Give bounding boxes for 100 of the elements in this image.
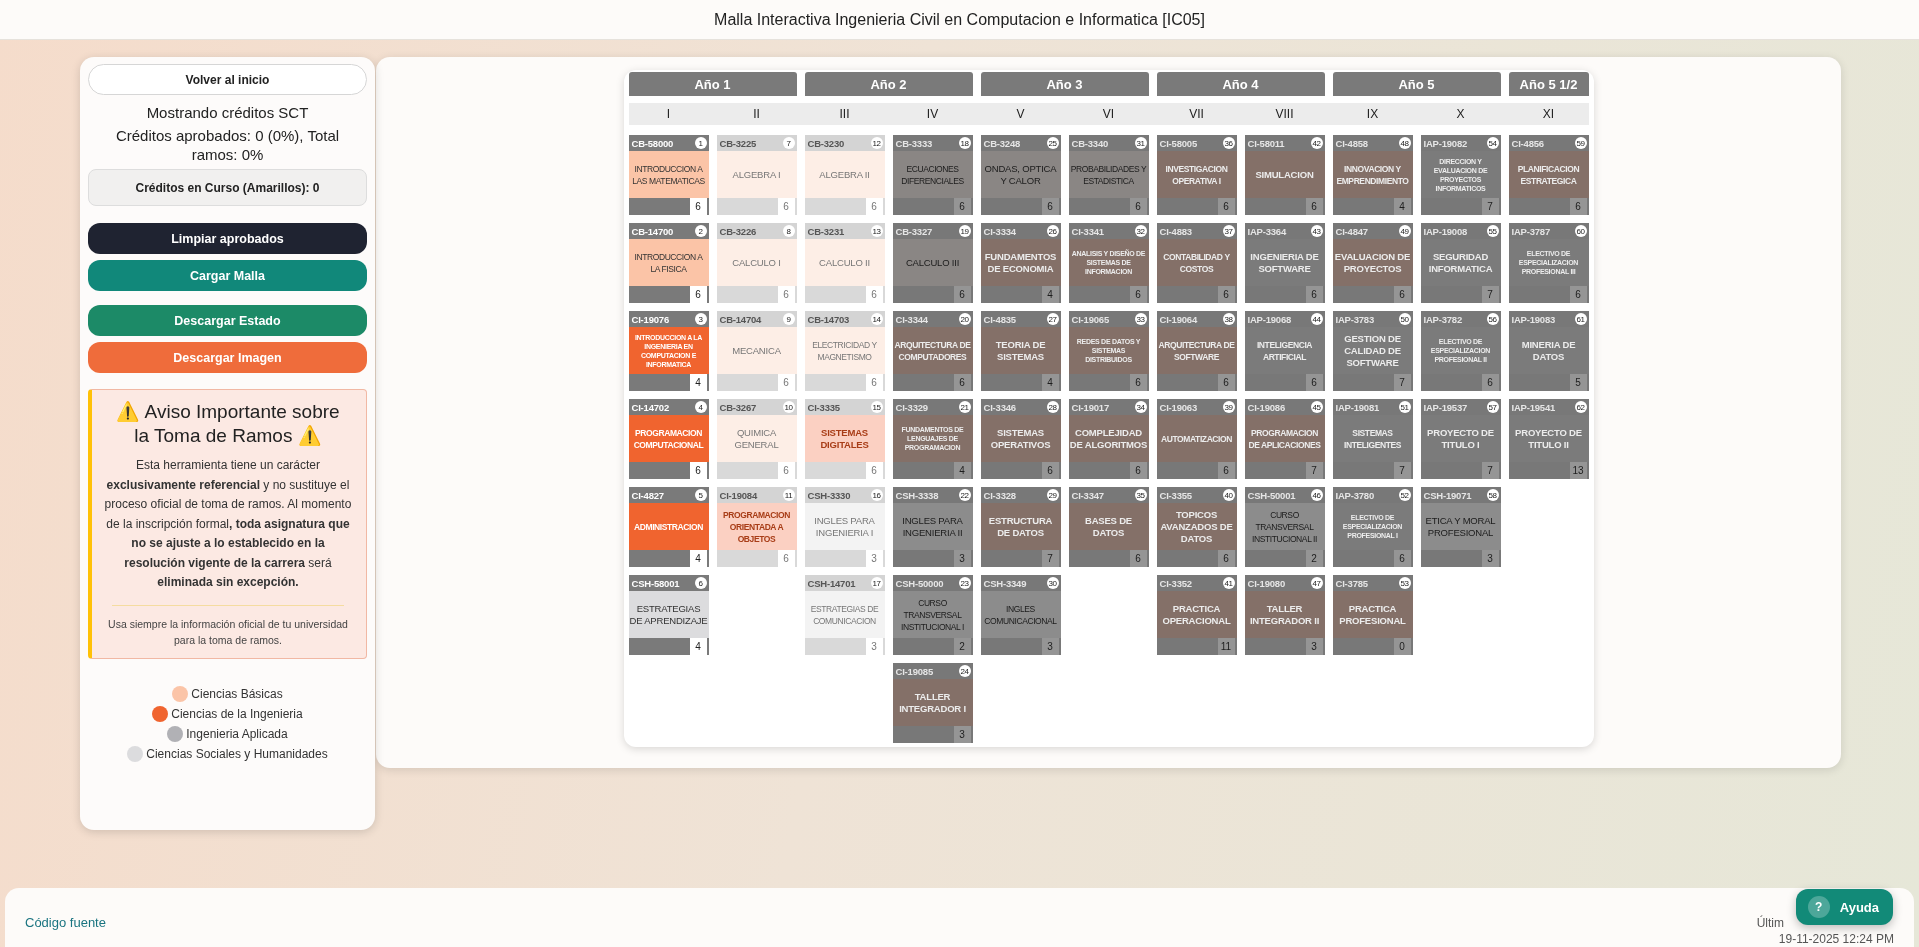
course-card[interactable]: CI-4847 49 EVALUACION DE PROYECTOS 6 (1332, 223, 1413, 303)
credit-count: 6 (777, 286, 795, 303)
course-card[interactable]: CB-3327 19 CALCULO III 6 (892, 223, 973, 303)
course-card[interactable]: CSH-50000 23 CURSO TRANSVERSAL INSTITUCIONAL I 2 (892, 575, 973, 655)
course-card[interactable]: CI-19017 34 COMPLEJIDAD DE ALGORITMOS 6 (1068, 399, 1149, 479)
course-code: CI-3344 (895, 313, 928, 325)
course-code: IAP-19008 (1423, 225, 1468, 237)
course-card[interactable]: CI-4883 37 CONTABILIDAD Y COSTOS 6 (1156, 223, 1237, 303)
credit-count: 6 (1129, 198, 1147, 215)
course-card[interactable]: CI-3346 28 SISTEMAS OPERATIVOS 6 (980, 399, 1061, 479)
course-card[interactable]: CB-14704 9 MECANICA 6 (716, 311, 797, 391)
course-card[interactable]: CB-3225 7 ALGEBRA I 6 (716, 135, 797, 215)
course-card[interactable]: CI-4858 48 INNOVACION Y EMPRENDIMIENTO 4 (1332, 135, 1413, 215)
course-card[interactable]: CI-14702 4 PROGRAMACION COMPUTACIONAL 6 (628, 399, 709, 479)
course-code: CI-4856 (1511, 137, 1544, 149)
course-card[interactable]: CSH-19071 58 ETICA Y MORAL PROFESIONAL 3 (1420, 487, 1501, 567)
course-code: CB-3226 (719, 225, 757, 237)
course-number: 6 (694, 577, 707, 589)
course-card[interactable]: CI-3328 29 ESTRUCTURA DE DATOS 7 (980, 487, 1061, 567)
course-card[interactable]: CSH-58001 6 ESTRATEGIAS DE APRENDIZAJE 4 (628, 575, 709, 655)
course-card[interactable]: IAP-3364 43 INGENIERIA DE SOFTWARE 6 (1244, 223, 1325, 303)
credit-count: 6 (1217, 198, 1235, 215)
course-card[interactable]: CI-58005 36 INVESTIGACION OPERATIVA I 6 (1156, 135, 1237, 215)
course-name: QUIMICA GENERAL (716, 415, 797, 462)
credit-count: 6 (689, 198, 707, 215)
course-code: IAP-19082 (1423, 137, 1468, 149)
course-card[interactable]: CB-3226 8 CALCULO I 6 (716, 223, 797, 303)
course-card[interactable]: CI-4827 5 ADMINISTRACION 4 (628, 487, 709, 567)
course-card[interactable]: CI-3352 41 PRACTICA OPERACIONAL 11 (1156, 575, 1237, 655)
credit-count: 6 (953, 286, 971, 303)
course-card[interactable]: IAP-19537 57 PROYECTO DE TITULO I 7 (1420, 399, 1501, 479)
course-card[interactable]: CB-3340 31 PROBABILIDADES Y ESTADISTICA 6 (1068, 135, 1149, 215)
course-card[interactable]: CB-3267 10 QUIMICA GENERAL 6 (716, 399, 797, 479)
course-name: INTELIGENCIA ARTIFICIAL (1244, 327, 1325, 374)
course-code: CI-19076 (631, 313, 669, 325)
course-card[interactable]: CI-4856 59 PLANIFICACION ESTRATEGICA 6 (1508, 135, 1589, 215)
course-card[interactable]: CI-19064 38 ARQUITECTURA DE SOFTWARE 6 (1156, 311, 1237, 391)
course-card[interactable]: CI-3335 15 SISTEMAS DIGITALES 6 (804, 399, 885, 479)
course-card[interactable]: IAP-3783 50 GESTION DE CALIDAD DE SOFTWARE 7 (1332, 311, 1413, 391)
course-name: PLANIFICACION ESTRATEGICA (1508, 151, 1589, 198)
course-card[interactable]: CI-19080 47 TALLER INTEGRADOR II 3 (1244, 575, 1325, 655)
course-card[interactable]: CB-3230 12 ALGEBRA II 6 (804, 135, 885, 215)
semester-numeral: III (838, 106, 851, 123)
course-name: SIMULACION (1244, 151, 1325, 198)
course-card[interactable]: CB-14703 14 ELECTRICIDAD Y MAGNETISMO 6 (804, 311, 885, 391)
course-card[interactable]: CSH-3349 30 INGLES COMUNICACIONAL 3 (980, 575, 1061, 655)
course-number: 17 (870, 577, 883, 589)
course-card[interactable]: CSH-3330 16 INGLES PARA INGENIERIA I 3 (804, 487, 885, 567)
page-title: Malla Interactiva Ingenieria Civil en Computacion e Informatica [IC05] (714, 10, 1205, 29)
source-code-link[interactable]: Código fuente (25, 915, 106, 930)
course-card[interactable]: CI-3355 40 TOPICOS AVANZADOS DE DATOS 6 (1156, 487, 1237, 567)
course-card[interactable]: IAP-19068 44 INTELIGENCIA ARTIFICIAL 6 (1244, 311, 1325, 391)
course-code: CI-19084 (719, 489, 757, 501)
course-code: CSH-3349 (983, 577, 1027, 589)
credit-count: 6 (1217, 286, 1235, 303)
course-name: SEGURIDAD INFORMATICA (1420, 239, 1501, 286)
course-card[interactable]: CB-14700 2 INTRODUCCION A LA FISICA 6 (628, 223, 709, 303)
course-card[interactable]: CI-3785 53 PRACTICA PROFESIONAL 0 (1332, 575, 1413, 655)
course-number: 33 (1134, 313, 1147, 325)
course-card[interactable]: CB-3248 25 ONDAS, OPTICA Y CALOR 6 (980, 135, 1061, 215)
course-card[interactable]: IAP-19541 62 PROYECTO DE TITULO II 13 (1508, 399, 1589, 479)
course-name: CALCULO II (804, 239, 885, 286)
course-number: 22 (958, 489, 971, 501)
download-state-button[interactable]: Descargar Estado (88, 305, 367, 336)
load-button[interactable]: Cargar Malla (88, 260, 367, 291)
course-card[interactable]: CI-19063 39 AUTOMATIZACION 6 (1156, 399, 1237, 479)
course-code: CI-19085 (895, 665, 933, 677)
course-card[interactable]: CI-19085 24 TALLER INTEGRADOR I 3 (892, 663, 973, 743)
credit-count: 6 (777, 374, 795, 391)
credit-count: 7 (1481, 286, 1499, 303)
course-card[interactable]: IAP-19008 55 SEGURIDAD INFORMATICA 7 (1420, 223, 1501, 303)
course-card[interactable]: CI-19084 11 PROGRAMACION ORIENTADA A OBJETOS 6 (716, 487, 797, 567)
back-button[interactable]: Volver al inicio (88, 64, 367, 95)
course-card[interactable]: CI-58011 42 SIMULACION 6 (1244, 135, 1325, 215)
credit-count: 6 (1393, 550, 1411, 567)
course-card[interactable]: CI-3347 35 BASES DE DATOS 6 (1068, 487, 1149, 567)
course-name: INGENIERIA DE SOFTWARE (1244, 239, 1325, 286)
course-card[interactable]: CI-3344 20 ARQUITECTURA DE COMPUTADORES 6 (892, 311, 973, 391)
credit-count: 6 (1217, 374, 1235, 391)
course-card[interactable]: IAP-19083 61 MINERIA DE DATOS 5 (1508, 311, 1589, 391)
help-button[interactable]: ? Ayuda (1795, 889, 1893, 925)
course-number: 4 (694, 401, 707, 413)
course-card[interactable]: CSH-14701 17 ESTRATEGIAS DE COMUNICACION 3 (804, 575, 885, 655)
course-card[interactable]: CB-3231 13 CALCULO II 6 (804, 223, 885, 303)
course-name: CONTABILIDAD Y COSTOS (1156, 239, 1237, 286)
course-card[interactable]: CSH-3338 22 INGLES PARA INGENIERIA II 3 (892, 487, 973, 567)
course-card[interactable]: CB-58000 1 INTRODUCCION A LAS MATEMATICAS 6 (628, 135, 709, 215)
approved-summary: Créditos aprobados: 0 (0%), Total ramos: 0% (114, 126, 341, 164)
credit-count: 3 (1481, 550, 1499, 567)
course-card[interactable]: CI-19086 45 PROGRAMACION DE APLICACIONES 7 (1244, 399, 1325, 479)
course-code: CI-14702 (631, 401, 669, 413)
semester-numeral: XI (1541, 106, 1556, 123)
course-card[interactable]: CSH-50001 46 CURSO TRANSVERSAL INSTITUCIONAL II 2 (1244, 487, 1325, 567)
course-card[interactable]: IAP-19081 51 SISTEMAS INTELIGENTES 7 (1332, 399, 1413, 479)
course-card[interactable]: CI-3334 26 FUNDAMENTOS DE ECONOMIA 4 (980, 223, 1061, 303)
course-card[interactable]: CB-3333 18 ECUACIONES DIFERENCIALES 6 (892, 135, 973, 215)
course-card[interactable]: CI-4835 27 TEORIA DE SISTEMAS 4 (980, 311, 1061, 391)
clear-button[interactable]: Limpiar aprobados (88, 223, 367, 254)
course-name: ESTRUCTURA DE DATOS (980, 503, 1061, 550)
semester-numeral: V (1015, 106, 1026, 123)
